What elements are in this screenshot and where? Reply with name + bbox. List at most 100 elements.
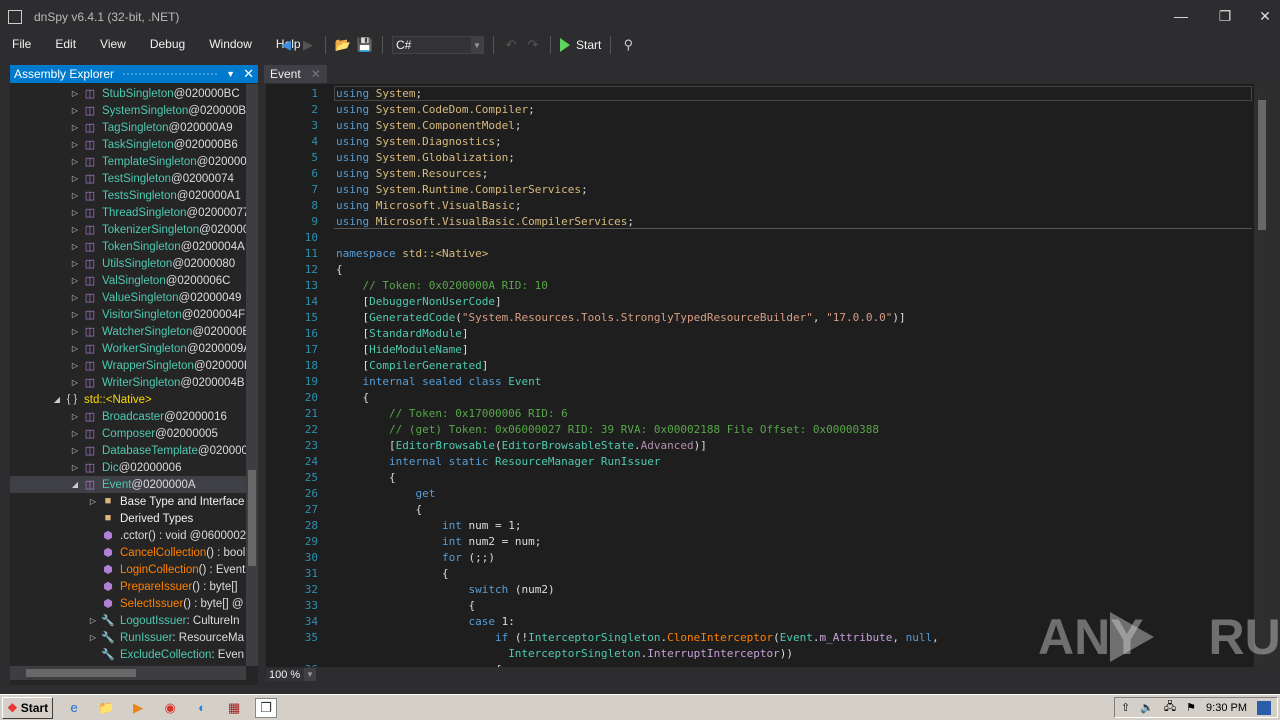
tree-node[interactable]: ▷ ◫ Broadcaster @02000016	[10, 408, 227, 425]
search-icon[interactable]: ⚲	[620, 37, 636, 53]
maximize-button[interactable]: ❐	[1210, 8, 1240, 25]
forward-icon[interactable]: ▶	[300, 37, 316, 53]
volume-icon[interactable]: 🔈	[1140, 701, 1154, 714]
tree-node[interactable]: ⬢ LoginCollection() : Event	[10, 561, 245, 578]
tree-node[interactable]: ▷ ◫ TagSingleton @020000A9	[10, 119, 233, 136]
tree-node[interactable]: ▷ ■ Base Type and Interface	[10, 493, 245, 510]
tree-node[interactable]: ▷ ◫ WatcherSingleton @020000B	[10, 323, 246, 340]
tree-node[interactable]: ◢ ◫ Event @0200000A	[10, 476, 246, 493]
expand-arrow-icon[interactable]: ▷	[70, 276, 80, 285]
expand-arrow-icon[interactable]: ▷	[70, 191, 80, 200]
save-icon[interactable]: 💾	[357, 37, 373, 53]
expand-arrow-icon[interactable]: ▷	[70, 208, 80, 217]
winrar-icon[interactable]: ▦	[223, 698, 245, 718]
tray-expand-icon[interactable]: ⇧	[1121, 701, 1130, 714]
expand-arrow-icon[interactable]: ▷	[70, 106, 80, 115]
expand-arrow-icon[interactable]: ▷	[70, 123, 80, 132]
start-button[interactable]: Start	[560, 38, 601, 52]
scroll-thumb[interactable]	[1258, 100, 1266, 230]
tree-node[interactable]: ▷ ◫ DatabaseTemplate @020000	[10, 442, 246, 459]
clock[interactable]: 9:30 PM	[1206, 702, 1247, 714]
tree-vertical-scrollbar[interactable]	[246, 84, 258, 666]
tree-node[interactable]: ▷ ◫ WorkerSingleton @0200009A	[10, 340, 246, 357]
expand-arrow-icon[interactable]: ▷	[70, 361, 80, 370]
tree-node[interactable]: ▷ ◫ TemplateSingleton @020000	[10, 153, 246, 170]
drag-grip[interactable]	[122, 72, 219, 76]
expand-arrow-icon[interactable]: ▷	[70, 225, 80, 234]
tree-node[interactable]: ▷ ◫ UtilsSingleton @02000080	[10, 255, 235, 272]
tree-node[interactable]: ▷ ◫ ThreadSingleton @02000077	[10, 204, 246, 221]
expand-arrow-icon[interactable]: ▷	[70, 310, 80, 319]
panel-menu-icon[interactable]: ▼	[226, 69, 235, 79]
chrome-icon[interactable]: ◉	[159, 698, 181, 718]
tree-node[interactable]: ▷ ◫ StubSingleton @020000BC	[10, 85, 240, 102]
expand-arrow-icon[interactable]: ▷	[70, 378, 80, 387]
expanded-arrow-icon[interactable]: ◢	[70, 480, 80, 489]
open-folder-icon[interactable]: 📂	[335, 37, 351, 53]
tree-node[interactable]: ▷ ◫ TestSingleton @02000074	[10, 170, 234, 187]
editor-vertical-scrollbar[interactable]	[1254, 84, 1270, 667]
tree-node[interactable]: ▷ 🔧 LogoutIssuer : CultureIn	[10, 612, 240, 629]
tree-node[interactable]: ▷ ◫ SystemSingleton @020000B3	[10, 102, 246, 119]
tree-node[interactable]: ▷ ◫ Dic @02000006	[10, 459, 182, 476]
close-button[interactable]: ✕	[1250, 8, 1280, 25]
ie-icon[interactable]: e	[63, 698, 85, 718]
back-icon[interactable]: ◀	[278, 37, 294, 53]
expand-arrow-icon[interactable]: ▷	[70, 344, 80, 353]
chevron-down-icon[interactable]: ▼	[304, 668, 316, 681]
explorer-icon[interactable]: 📁	[95, 698, 117, 718]
expand-arrow-icon[interactable]: ▷	[70, 259, 80, 268]
tree-node[interactable]: ⬢ SelectIssuer() : byte[] @	[10, 595, 243, 612]
dnspy-task-icon[interactable]: ❐	[255, 697, 278, 718]
code-editor[interactable]: 1 using System; 2 using System.CodeDom.Comp…	[266, 84, 1270, 667]
expand-arrow-icon[interactable]: ▷	[70, 157, 80, 166]
start-menu-button[interactable]: ❖ Start	[2, 696, 54, 719]
undo-icon[interactable]: ↶	[503, 37, 519, 53]
expand-arrow-icon[interactable]: ▷	[70, 140, 80, 149]
tree-node[interactable]: ▷ ◫ TaskSingleton @020000B6	[10, 136, 238, 153]
expand-arrow-icon[interactable]: ▷	[70, 429, 80, 438]
menu-file[interactable]: File	[0, 37, 43, 51]
zoom-level[interactable]: 100 %	[266, 668, 304, 681]
redo-icon[interactable]: ↷	[525, 37, 541, 53]
expand-arrow-icon[interactable]: ▷	[88, 633, 98, 642]
expand-arrow-icon[interactable]: ▷	[70, 89, 80, 98]
tree-node[interactable]: ▷ ◫ TokenizerSingleton @020000	[10, 221, 246, 238]
expand-arrow-icon[interactable]: ▷	[88, 616, 98, 625]
media-player-icon[interactable]: ▶	[127, 698, 149, 718]
tree-node[interactable]: ▷ ◫ Composer @02000005	[10, 425, 218, 442]
expand-arrow-icon[interactable]: ▷	[70, 174, 80, 183]
expand-arrow-icon[interactable]: ▷	[70, 293, 80, 302]
expand-arrow-icon[interactable]: ▷	[70, 463, 80, 472]
scroll-thumb[interactable]	[248, 470, 256, 566]
tree-node[interactable]: ▷ 🔧 RunIssuer : ResourceMa	[10, 629, 244, 646]
minimize-button[interactable]: —	[1166, 8, 1196, 24]
close-tab-icon[interactable]: ✕	[311, 67, 321, 81]
menu-view[interactable]: View	[88, 37, 138, 51]
tree-node[interactable]: ▷ ◫ TestsSingleton @020000A1	[10, 187, 241, 204]
menu-window[interactable]: Window	[197, 37, 264, 51]
tree-node[interactable]: ⬢ .cctor() : void @0600002	[10, 527, 246, 544]
tree-node[interactable]: ▷ ◫ TokenSingleton @0200004A	[10, 238, 245, 255]
menu-edit[interactable]: Edit	[43, 37, 88, 51]
expand-arrow-icon[interactable]: ▷	[70, 412, 80, 421]
scroll-thumb[interactable]	[26, 669, 136, 677]
expand-arrow-icon[interactable]: ▷	[70, 242, 80, 251]
tree-node[interactable]: ◢ { } std::<Native>	[10, 391, 152, 408]
tree-node[interactable]: ■ Derived Types	[10, 510, 194, 527]
tree-node[interactable]: 🔧 ExcludeCollection : Even	[10, 646, 244, 663]
expand-arrow-icon[interactable]: ▷	[88, 497, 98, 506]
tree-horizontal-scrollbar[interactable]	[10, 666, 246, 680]
edge-icon[interactable]: ◐	[191, 698, 213, 718]
tree-node[interactable]: ▷ ◫ ValSingleton @0200006C	[10, 272, 231, 289]
network-icon[interactable]: 🖧	[1164, 698, 1176, 717]
tab-event[interactable]: Event ✕	[264, 65, 327, 83]
tree-node[interactable]: ▷ ◫ WriterSingleton @0200004B	[10, 374, 245, 391]
flag-icon[interactable]: ⚑	[1186, 701, 1196, 714]
expanded-arrow-icon[interactable]: ◢	[52, 395, 62, 404]
tree-node[interactable]: ⬢ PrepareIssuer() : byte[]	[10, 578, 237, 595]
tree-node[interactable]: ▷ ◫ WrapperSingleton @020000B	[10, 357, 246, 374]
tree-node[interactable]: ▷ ◫ VisitorSingleton @0200004F	[10, 306, 245, 323]
language-select[interactable]: C# ▼	[392, 36, 484, 54]
menu-debug[interactable]: Debug	[138, 37, 197, 51]
